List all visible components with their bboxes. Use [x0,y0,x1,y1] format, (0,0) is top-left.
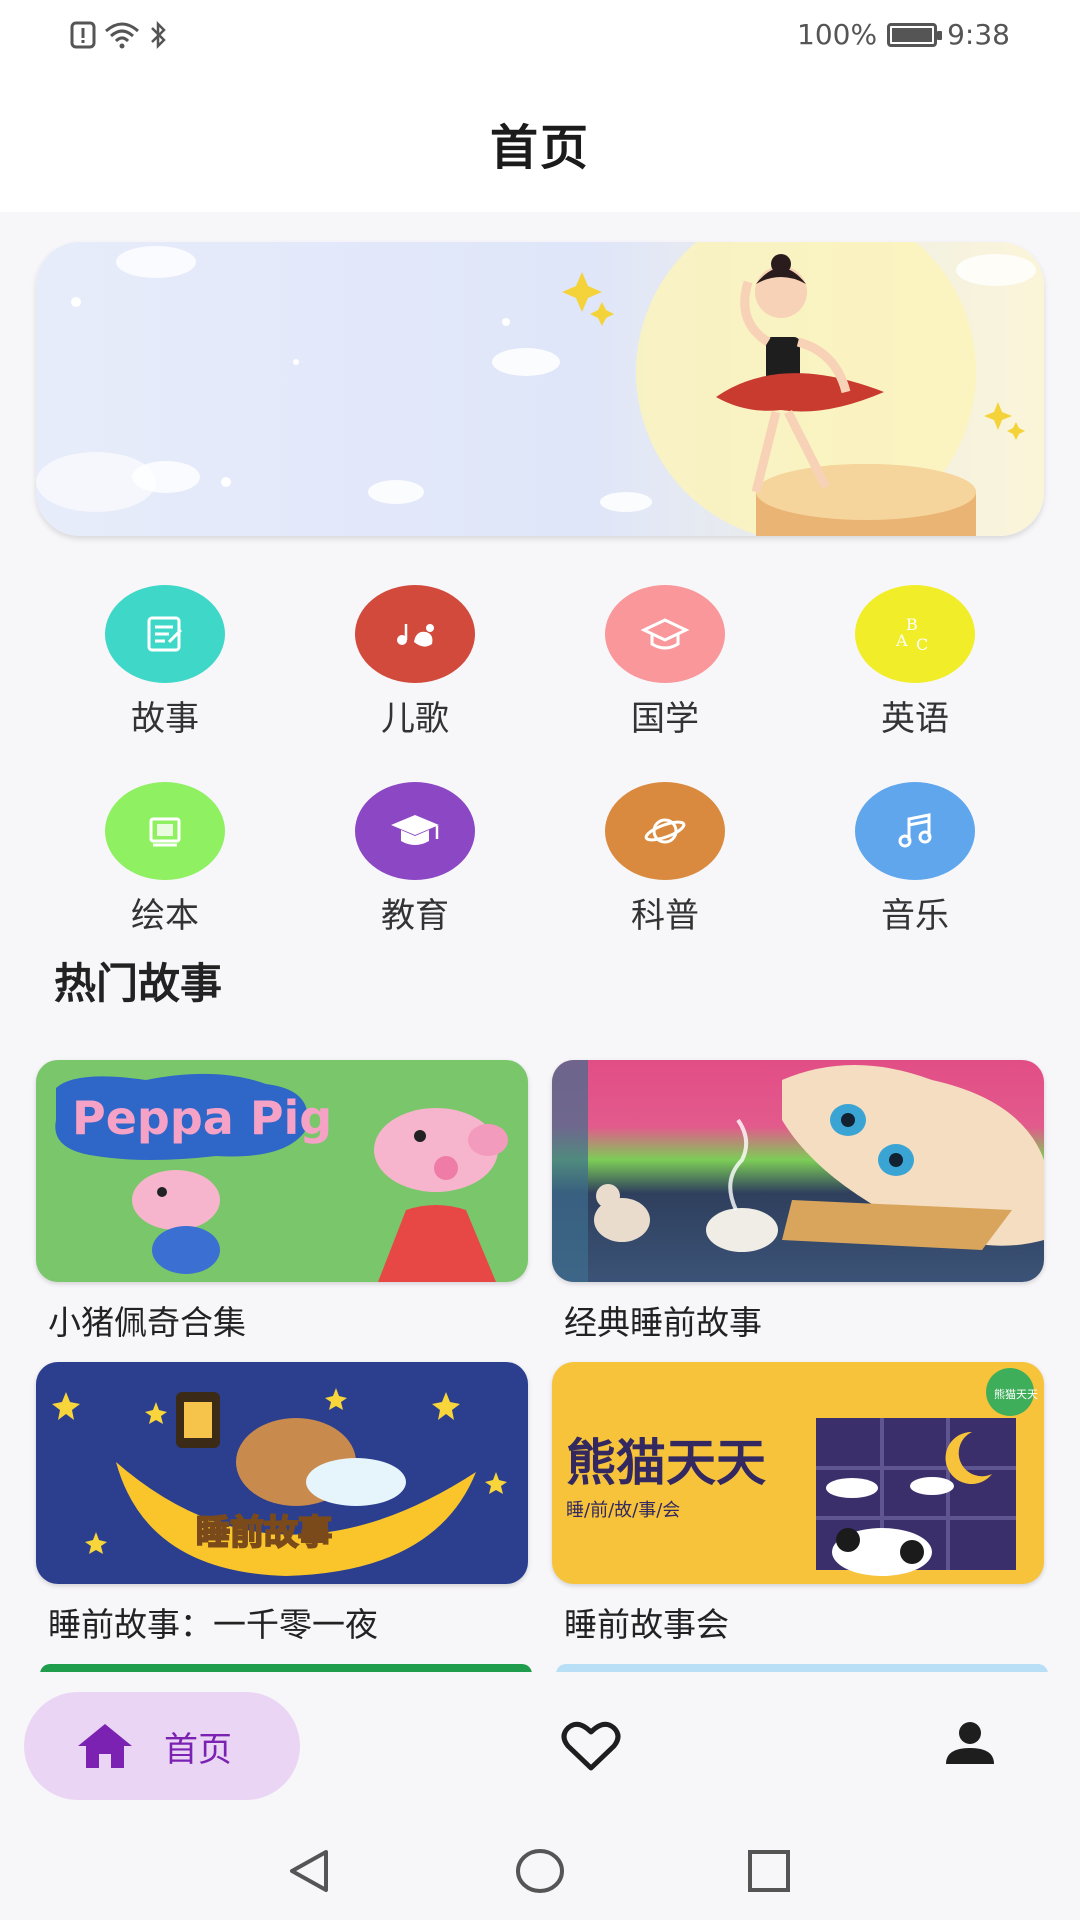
story-title: 经典睡前故事 [564,1303,762,1342]
nav-favorites-tab[interactable] [560,1720,622,1776]
category-english[interactable]: BAC 英语 [790,585,1040,740]
status-icons [70,20,168,50]
battery-percent: 100% [797,18,878,51]
category-label: 英语 [881,699,949,739]
story-title: 小猪佩奇合集 [48,1303,246,1342]
svg-text:A: A [895,631,908,650]
picture-book-icon [105,782,225,880]
story-cover-panda: 熊猫天天 睡/前/故/事/会 熊猫天天 [552,1362,1044,1584]
category-science[interactable]: 科普 [540,782,790,937]
home-banner[interactable] [36,242,1044,536]
clock: 9:38 [947,18,1010,51]
nav-profile-tab[interactable] [942,1720,998,1772]
title-bar: 首页 [0,74,1080,212]
education-icon [355,782,475,880]
category-label: 儿歌 [381,699,449,739]
heart-icon [561,1721,621,1771]
song-icon [355,585,475,683]
story-cover-cat-mouse [552,1060,1044,1282]
page-title: 首页 [489,120,590,176]
story-card-arabian-nights[interactable]: 睡前故事 睡前故事：一千零一夜 [36,1362,528,1646]
person-icon [946,1722,994,1764]
home-icon [78,1724,132,1768]
category-picture-book[interactable]: 绘本 [40,782,290,937]
category-music[interactable]: 音乐 [790,782,1040,937]
alert-icon [70,21,96,49]
battery-icon [887,22,943,47]
bedtime-cover-text: 睡前故事 [196,1513,332,1553]
back-icon[interactable] [284,1846,334,1896]
category-label: 绘本 [131,896,199,936]
story-icon [105,585,225,683]
category-label: 音乐 [881,896,949,936]
music-icon [855,782,975,880]
category-story[interactable]: 故事 [40,585,290,740]
category-song[interactable]: 儿歌 [290,585,540,740]
category-label: 国学 [631,699,699,739]
story-cover-peppa: Peppa Pig [36,1060,528,1282]
category-education[interactable]: 教育 [290,782,540,937]
system-navigation-bar [0,1820,1080,1920]
section-title-hot-stories: 热门故事 [54,959,223,1008]
story-card-classic-bedtime[interactable]: 经典睡前故事 [552,1060,1044,1344]
recents-icon[interactable] [744,1846,794,1896]
wifi-icon [105,22,139,49]
category-grid: 故事 儿歌 国学 BAC 英语 绘本 教育 科普 音乐 [40,585,1040,937]
home-circle-icon[interactable] [514,1846,566,1896]
status-right: 100% 9:38 [797,18,1010,51]
peppa-logo-text: Peppa Pig [72,1091,332,1145]
story-card-peppa[interactable]: Peppa Pig 小猪佩奇合集 [36,1060,528,1344]
bluetooth-icon [151,20,166,50]
panda-subtitle-text: 睡/前/故/事/会 [566,1500,680,1521]
panda-brand-text: 熊猫天天 [566,1434,766,1492]
bottom-navigation: 首页 [0,1672,1080,1820]
category-classics[interactable]: 国学 [540,585,790,740]
nav-home-tab[interactable]: 首页 [24,1692,300,1800]
english-icon: BAC [855,585,975,683]
ballerina-illustration [36,242,1036,536]
svg-text:C: C [916,635,928,654]
panda-badge-text: 熊猫天天 [994,1387,1038,1401]
category-label: 故事 [131,699,199,739]
story-cover-bedtime-moon: 睡前故事 [36,1362,528,1584]
category-label: 教育 [381,896,449,936]
classics-icon [605,585,725,683]
svg-text:B: B [906,615,918,634]
story-title: 睡前故事会 [564,1605,729,1644]
status-bar: 100% 9:38 [0,0,1080,74]
story-card-bedtime-club[interactable]: 熊猫天天 睡/前/故/事/会 熊猫天天 睡前故事会 [552,1362,1044,1646]
category-label: 科普 [631,896,699,936]
nav-home-label: 首页 [164,1729,232,1770]
science-icon [605,782,725,880]
story-title: 睡前故事：一千零一夜 [48,1605,378,1644]
